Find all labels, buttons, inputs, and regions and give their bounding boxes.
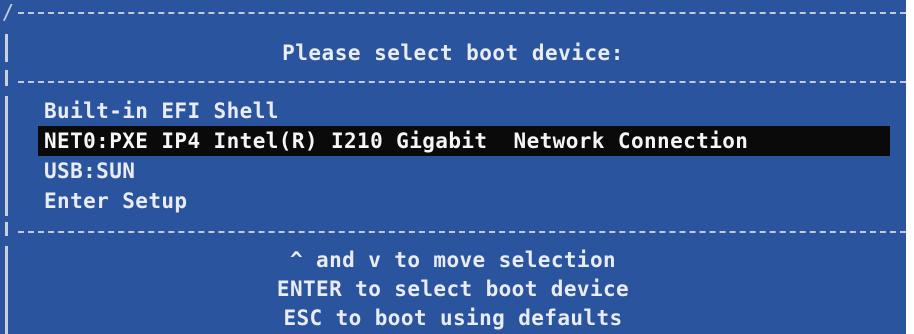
footer-divider — [18, 231, 906, 233]
screen-edge — [906, 0, 914, 334]
boot-menu-screen: / Please select boot device: Built-in EF… — [0, 0, 914, 334]
help-select-device: ENTER to select boot device — [276, 277, 630, 301]
frame-left-border — [5, 96, 8, 216]
boot-option-usb[interactable]: USB:SUN — [38, 156, 890, 186]
help-boot-defaults: ESC to boot using defaults — [283, 306, 623, 330]
top-divider — [18, 12, 906, 14]
boot-option-efi-shell[interactable]: Built-in EFI Shell — [38, 96, 890, 126]
frame-left-border — [5, 70, 8, 86]
frame-left-border — [5, 222, 8, 236]
help-text: ^ and v to move selection ENTER to selec… — [0, 246, 906, 333]
boot-option-pxe-network[interactable]: NET0:PXE IP4 Intel(R) I210 Gigabit Netwo… — [38, 126, 890, 156]
header-divider — [18, 81, 906, 83]
boot-option-enter-setup[interactable]: Enter Setup — [38, 186, 890, 216]
boot-device-list: Built-in EFI Shell NET0:PXE IP4 Intel(R)… — [38, 96, 890, 216]
help-move-selection: ^ and v to move selection — [289, 248, 617, 272]
frame-corner: / — [2, 0, 15, 24]
menu-title: Please select boot device: — [282, 41, 624, 65]
